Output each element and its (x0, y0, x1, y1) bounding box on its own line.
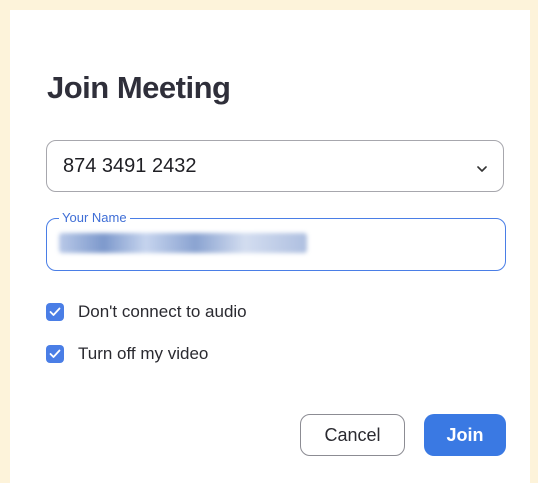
meeting-id-dropdown[interactable]: 874 3491 2432 (46, 140, 504, 192)
turn-off-video-checkbox[interactable] (46, 345, 64, 363)
meeting-id-value[interactable]: 874 3491 2432 (63, 155, 196, 178)
cancel-button[interactable]: Cancel (300, 414, 405, 456)
checkmark-icon (49, 349, 61, 358)
dont-connect-audio-checkbox[interactable] (46, 303, 64, 321)
dont-connect-audio-label[interactable]: Don't connect to audio (78, 302, 247, 322)
your-name-label: Your Name (59, 210, 130, 225)
option-turn-off-video[interactable]: Turn off my video (46, 343, 208, 365)
join-button[interactable]: Join (424, 414, 506, 456)
dialog-title: Join Meeting (47, 70, 231, 105)
join-meeting-dialog: Join Meeting 874 3491 2432 Your Name Don… (10, 10, 530, 483)
checkmark-icon (49, 307, 61, 316)
your-name-field[interactable]: Your Name (46, 210, 506, 271)
option-dont-connect-audio[interactable]: Don't connect to audio (46, 301, 247, 323)
your-name-input-value[interactable] (59, 233, 307, 253)
chevron-down-icon[interactable] (477, 161, 487, 172)
turn-off-video-label[interactable]: Turn off my video (78, 344, 208, 364)
